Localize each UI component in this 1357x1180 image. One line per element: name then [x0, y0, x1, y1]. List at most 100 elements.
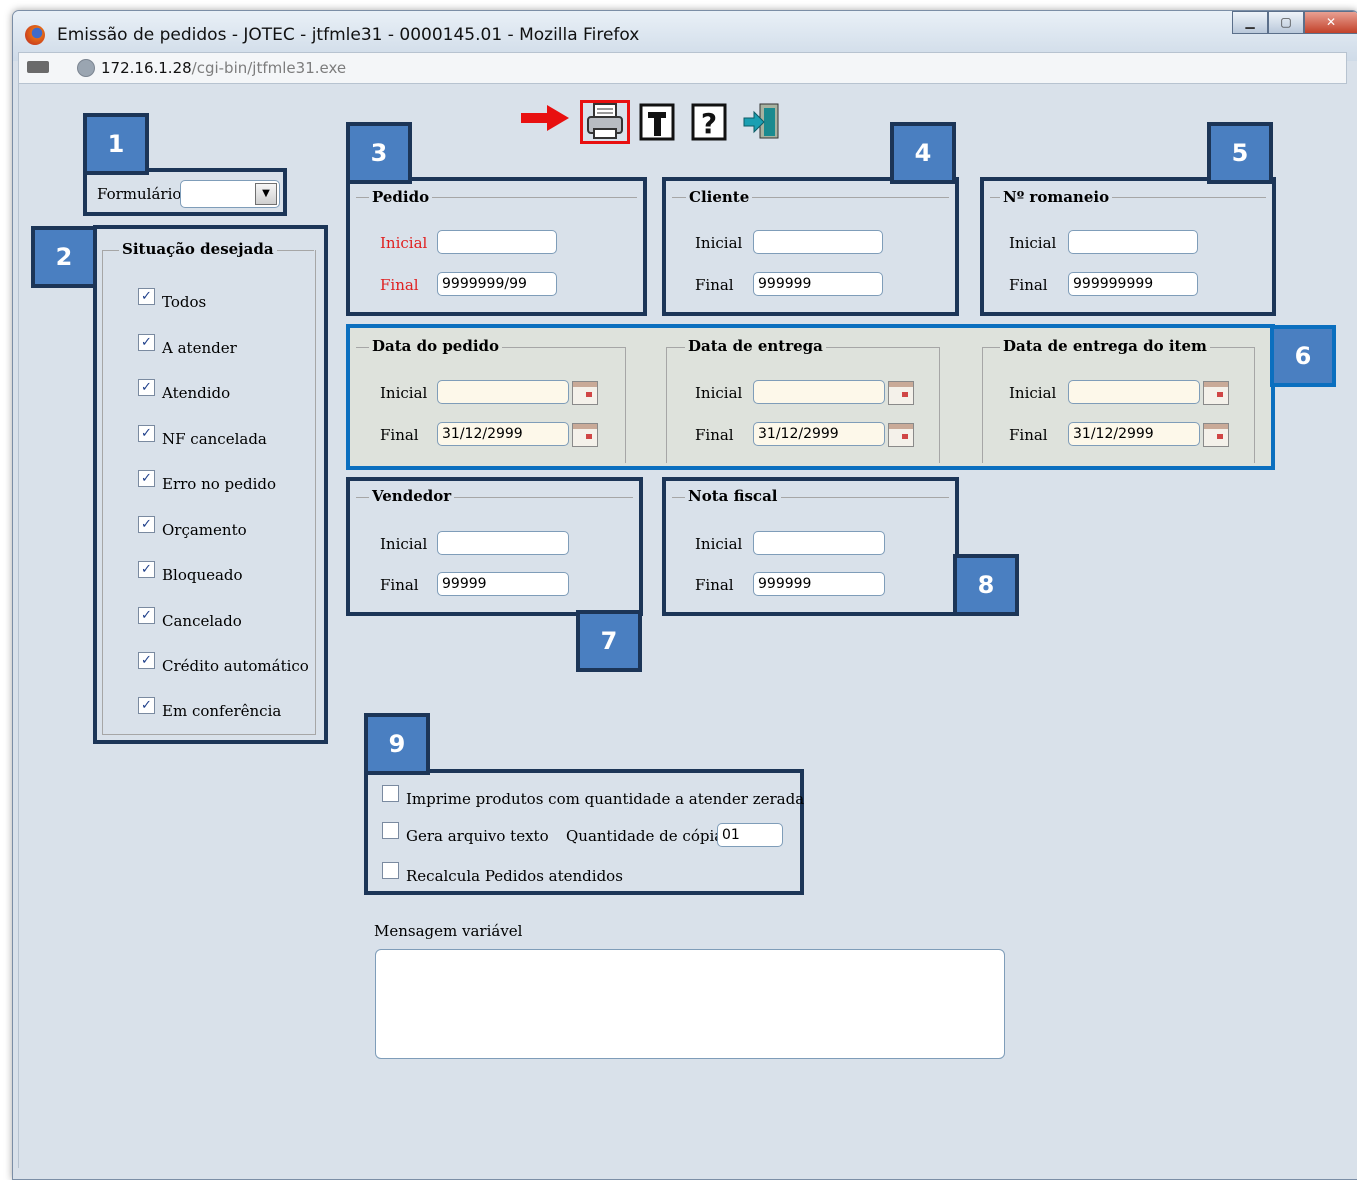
situacao-item-label: Erro no pedido [162, 475, 277, 493]
situacao-item-label: Em conferência [162, 702, 282, 720]
data-entrega-final-input[interactable] [753, 422, 885, 446]
calendar-icon[interactable] [1203, 381, 1229, 405]
romaneio-inicial-input[interactable] [1068, 230, 1198, 254]
divider [939, 347, 940, 463]
url-host: 172.16.1.28 [101, 59, 192, 77]
situacao-checkbox[interactable]: ✓ [138, 652, 155, 669]
data-pedido-inicial-input[interactable] [437, 380, 569, 404]
chevron-down-icon[interactable]: ▼ [255, 183, 277, 205]
divider [625, 347, 626, 463]
situacao-legend: Situação desejada [119, 240, 277, 258]
situacao-checkbox[interactable]: ✓ [138, 607, 155, 624]
situacao-item-label: Orçamento [162, 521, 247, 539]
situacao-item-label: Bloqueado [162, 566, 243, 584]
data-pedido-final-input[interactable] [437, 422, 569, 446]
data-entrega-inicial-input[interactable] [753, 380, 885, 404]
page-icon [27, 61, 49, 73]
calendar-icon[interactable] [1203, 423, 1229, 447]
pedido-final-label: Final [380, 276, 419, 294]
vendedor-legend: Vendedor [369, 487, 455, 505]
data-entrega-final-label: Final [695, 426, 734, 444]
nota-fiscal-legend: Nota fiscal [685, 487, 781, 505]
pedido-final-input[interactable] [437, 272, 557, 296]
romaneio-final-input[interactable] [1068, 272, 1198, 296]
callout-7: 7 [576, 610, 642, 672]
vendedor-final-input[interactable] [437, 572, 569, 596]
callout-6: 6 [1270, 325, 1336, 387]
imprime-checkbox[interactable] [382, 785, 399, 802]
gera-label: Gera arquivo texto [406, 827, 549, 845]
url-text[interactable]: 172.16.1.28/cgi-bin/jtfmle31.exe [101, 59, 346, 77]
romaneio-inicial-label: Inicial [1009, 234, 1057, 252]
pedido-legend: Pedido [369, 188, 433, 206]
callout-9: 9 [364, 713, 430, 775]
calendar-icon[interactable] [888, 423, 914, 447]
callout-1: 1 [83, 113, 149, 175]
url-path: /cgi-bin/jtfmle31.exe [191, 59, 347, 77]
calendar-icon[interactable] [572, 423, 598, 447]
globe-icon [77, 59, 95, 77]
situacao-item-label: Todos [162, 293, 207, 311]
cliente-inicial-input[interactable] [753, 230, 883, 254]
imprime-label: Imprime produtos com quantidade a atende… [406, 790, 805, 808]
data-entrega-item-inicial-label: Inicial [1009, 384, 1057, 402]
situacao-checkbox[interactable]: ✓ [138, 697, 155, 714]
data-entrega-item-final-label: Final [1009, 426, 1048, 444]
data-pedido-legend: Data do pedido [369, 337, 503, 355]
situacao-checkbox[interactable]: ✓ [138, 470, 155, 487]
formulario-label: Formulário [97, 185, 182, 203]
formulario-select[interactable]: ▼ [180, 180, 280, 208]
help-icon[interactable]: ? [690, 102, 730, 142]
vendedor-inicial-input[interactable] [437, 531, 569, 555]
romaneio-legend: Nº romaneio [1000, 188, 1113, 206]
callout-5: 5 [1207, 122, 1273, 184]
nota-fiscal-final-input[interactable] [753, 572, 885, 596]
situacao-checkbox[interactable]: ✓ [138, 379, 155, 396]
pedido-inicial-input[interactable] [437, 230, 557, 254]
callout-8: 8 [953, 554, 1019, 616]
callout-3: 3 [346, 122, 412, 184]
address-bar[interactable]: 172.16.1.28/cgi-bin/jtfmle31.exe [18, 52, 1347, 84]
firefox-icon [25, 25, 45, 45]
minimize-button[interactable]: ▁ [1232, 11, 1268, 34]
situacao-checkbox[interactable]: ✓ [138, 561, 155, 578]
copias-input[interactable] [717, 823, 783, 847]
cliente-legend: Cliente [686, 188, 753, 206]
data-pedido-final-label: Final [380, 426, 419, 444]
data-entrega-item-final-input[interactable] [1068, 422, 1200, 446]
exit-icon[interactable] [742, 102, 782, 142]
situacao-checkbox[interactable]: ✓ [138, 425, 155, 442]
data-entrega-legend: Data de entrega [685, 337, 826, 355]
data-entrega-item-inicial-input[interactable] [1068, 380, 1200, 404]
svg-text:?: ? [701, 107, 717, 140]
calendar-icon[interactable] [572, 381, 598, 405]
nota-fiscal-inicial-input[interactable] [753, 531, 885, 555]
maximize-button[interactable]: ▢ [1268, 11, 1304, 34]
data-pedido-inicial-label: Inicial [380, 384, 428, 402]
romaneio-final-label: Final [1009, 276, 1048, 294]
divider [666, 347, 667, 463]
cliente-inicial-label: Inicial [695, 234, 743, 252]
recalcula-label: Recalcula Pedidos atendidos [406, 867, 623, 885]
vendedor-final-label: Final [380, 576, 419, 594]
cliente-final-input[interactable] [753, 272, 883, 296]
situacao-item-label: Cancelado [162, 612, 242, 630]
data-entrega-item-legend: Data de entrega do item [1000, 337, 1210, 355]
situacao-checkbox[interactable]: ✓ [138, 516, 155, 533]
close-button[interactable]: ✕ [1304, 11, 1357, 34]
recalcula-checkbox[interactable] [382, 862, 399, 879]
situacao-item-label: Crédito automático [162, 657, 309, 675]
mensagem-label: Mensagem variável [374, 922, 523, 940]
calendar-icon[interactable] [888, 381, 914, 405]
situacao-checkbox[interactable]: ✓ [138, 288, 155, 305]
printer-icon[interactable] [585, 102, 625, 142]
divider [1254, 347, 1255, 463]
gera-checkbox[interactable] [382, 822, 399, 839]
mensagem-textarea[interactable] [375, 949, 1005, 1059]
window-title: Emissão de pedidos - JOTEC - jtfmle31 - … [57, 25, 640, 45]
situacao-item-label: Atendido [162, 384, 231, 402]
situacao-item-label: A atender [162, 339, 237, 357]
cliente-final-label: Final [695, 276, 734, 294]
text-export-icon[interactable] [638, 102, 678, 142]
situacao-checkbox[interactable]: ✓ [138, 334, 155, 351]
